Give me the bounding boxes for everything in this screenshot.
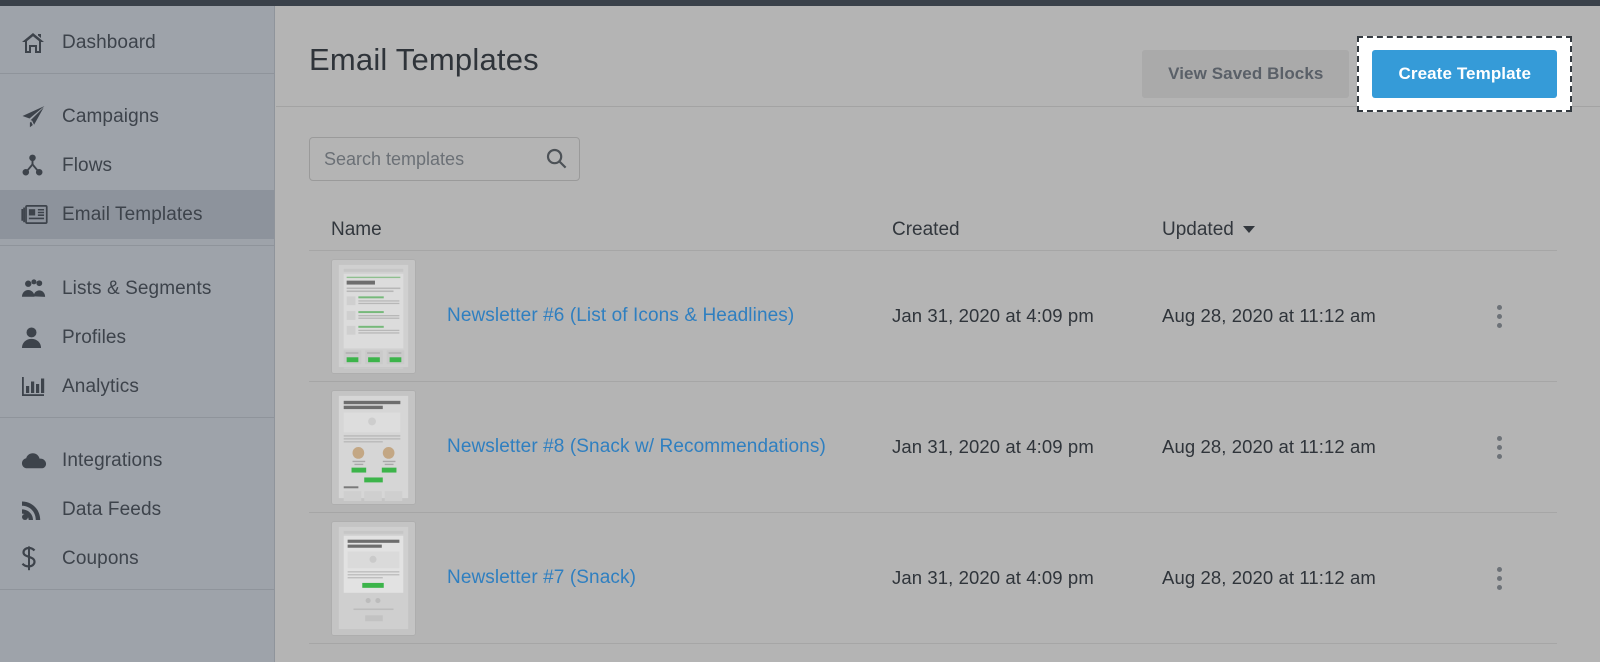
sidebar-item-label: Campaigns	[62, 107, 159, 126]
kebab-menu-icon[interactable]	[1487, 561, 1512, 596]
sidebar-divider-2	[0, 245, 274, 246]
home-icon	[21, 31, 51, 55]
sidebar-item-profiles[interactable]: Profiles	[0, 313, 274, 362]
sidebar-item-label: Lists & Segments	[62, 279, 211, 298]
search-input[interactable]	[309, 137, 580, 181]
sidebar-item-dashboard[interactable]: Dashboard	[0, 18, 274, 67]
sidebar-group-1: Dashboard	[0, 18, 274, 67]
newsletter-icons-headlines-thumbnail[interactable]	[331, 259, 416, 374]
cell-actions	[1462, 430, 1537, 465]
page-title: Email Templates	[309, 42, 539, 78]
dollar-sign-icon	[21, 547, 51, 571]
sidebar-item-label: Email Templates	[62, 205, 203, 224]
sidebar-item-label: Profiles	[62, 328, 126, 347]
sidebar-item-campaigns[interactable]: Campaigns	[0, 92, 274, 141]
sidebar-item-coupons[interactable]: Coupons	[0, 534, 274, 583]
rss-icon	[21, 498, 51, 522]
create-template-highlight: Create Template	[1357, 36, 1572, 112]
column-header-updated-label: Updated	[1162, 219, 1234, 240]
sidebar-item-label: Coupons	[62, 549, 139, 568]
sidebar-divider-1	[0, 73, 274, 74]
sidebar-group-4: Integrations Data Feeds	[0, 436, 274, 583]
content-area: Name Created Updated	[276, 107, 1600, 644]
sidebar-group-2: Campaigns Flows	[0, 92, 274, 239]
view-saved-blocks-button[interactable]: View Saved Blocks	[1142, 50, 1349, 98]
sidebar-spacer-2	[0, 252, 274, 264]
sidebar-item-data-feeds[interactable]: Data Feeds	[0, 485, 274, 534]
flow-nodes-icon	[21, 154, 51, 178]
bar-chart-icon	[21, 375, 51, 399]
cell-name: Newsletter #6 (List of Icons & Headlines…	[309, 259, 892, 374]
column-header-name[interactable]: Name	[309, 219, 892, 241]
sidebar-divider-4	[0, 589, 274, 590]
column-header-created[interactable]: Created	[892, 219, 1162, 241]
paper-plane-icon	[21, 105, 51, 129]
cell-updated: Aug 28, 2020 at 11:12 am	[1162, 305, 1462, 327]
sidebar-spacer-1	[0, 80, 274, 92]
sidebar-item-label: Integrations	[62, 451, 163, 470]
newsletter-snack-thumbnail[interactable]	[331, 521, 416, 636]
main-content: Email Templates View Saved Blocks Create…	[276, 6, 1600, 662]
sidebar-item-lists-segments[interactable]: Lists & Segments	[0, 264, 274, 313]
template-name-link[interactable]: Newsletter #7 (Snack)	[447, 567, 636, 589]
cloud-icon	[21, 449, 51, 473]
templates-table: Name Created Updated	[309, 209, 1557, 644]
cell-name: Newsletter #7 (Snack)	[309, 521, 892, 636]
sidebar-item-email-templates[interactable]: Email Templates	[0, 190, 274, 239]
people-group-icon	[21, 277, 51, 301]
create-template-button[interactable]: Create Template	[1372, 50, 1557, 98]
cell-name: Newsletter #8 (Snack w/ Recommendations)	[309, 390, 892, 505]
person-icon	[21, 326, 51, 350]
cell-created: Jan 31, 2020 at 4:09 pm	[892, 567, 1162, 589]
sidebar-item-label: Dashboard	[62, 33, 156, 52]
sidebar-item-label: Data Feeds	[62, 500, 161, 519]
template-name-link[interactable]: Newsletter #8 (Snack w/ Recommendations)	[447, 436, 826, 458]
caret-down-icon	[1243, 226, 1255, 233]
table-row[interactable]: Newsletter #6 (List of Icons & Headlines…	[309, 251, 1557, 382]
cell-updated: Aug 28, 2020 at 11:12 am	[1162, 436, 1462, 458]
sidebar-item-integrations[interactable]: Integrations	[0, 436, 274, 485]
newspaper-icon	[21, 203, 51, 227]
page-header: Email Templates View Saved Blocks Create…	[276, 6, 1600, 107]
search-templates-field	[309, 137, 580, 181]
sidebar-divider-3	[0, 417, 274, 418]
sidebar-item-label: Flows	[62, 156, 112, 175]
cell-created: Jan 31, 2020 at 4:09 pm	[892, 436, 1162, 458]
table-header-row: Name Created Updated	[309, 209, 1557, 251]
newsletter-snack-recommendations-thumbnail[interactable]	[331, 390, 416, 505]
table-row[interactable]: Newsletter #8 (Snack w/ Recommendations)…	[309, 382, 1557, 513]
sidebar-group-3: Lists & Segments Profiles	[0, 264, 274, 411]
header-actions: View Saved Blocks Create Template	[1142, 36, 1572, 112]
kebab-menu-icon[interactable]	[1487, 430, 1512, 465]
column-header-updated[interactable]: Updated	[1162, 219, 1462, 241]
sidebar-item-analytics[interactable]: Analytics	[0, 362, 274, 411]
cell-actions	[1462, 561, 1537, 596]
sidebar-item-flows[interactable]: Flows	[0, 141, 274, 190]
table-row[interactable]: Newsletter #7 (Snack) Jan 31, 2020 at 4:…	[309, 513, 1557, 644]
sidebar-spacer-3	[0, 424, 274, 436]
sidebar: Dashboard Campaigns	[0, 6, 275, 662]
cell-actions	[1462, 299, 1537, 334]
app-root: Dashboard Campaigns	[0, 0, 1600, 662]
cell-created: Jan 31, 2020 at 4:09 pm	[892, 305, 1162, 327]
template-name-link[interactable]: Newsletter #6 (List of Icons & Headlines…	[447, 305, 794, 327]
cell-updated: Aug 28, 2020 at 11:12 am	[1162, 567, 1462, 589]
kebab-menu-icon[interactable]	[1487, 299, 1512, 334]
sidebar-item-label: Analytics	[62, 377, 139, 396]
sidebar-top-spacer	[0, 6, 274, 18]
